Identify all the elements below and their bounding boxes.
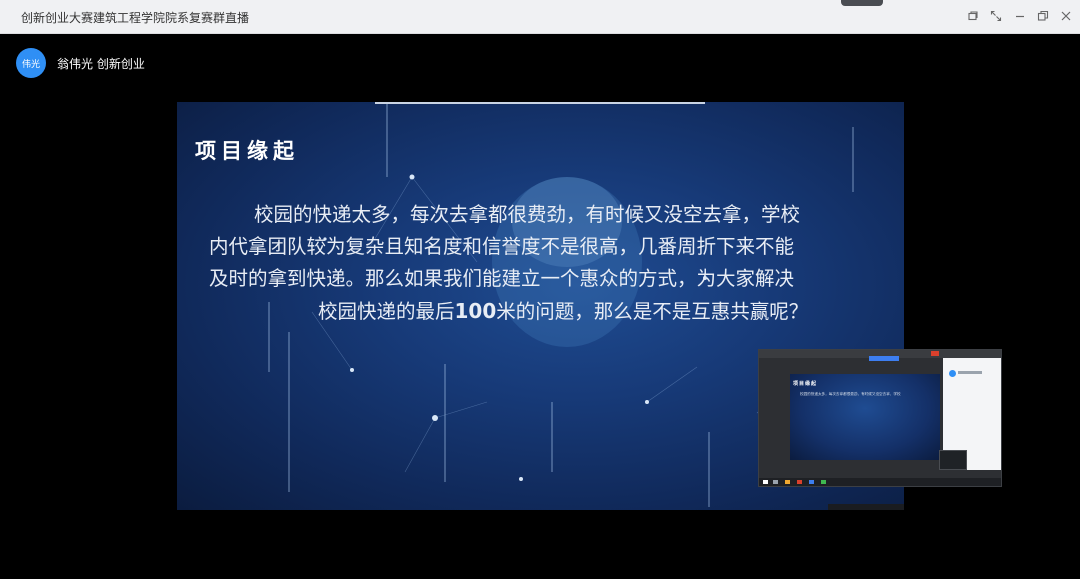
presenter-name: 翁伟光 创新创业 — [57, 57, 145, 71]
slide-body-line-4-end: 米的问题，那么是不是互惠共赢呢？ — [496, 300, 809, 323]
restore-small-icon[interactable] — [966, 9, 980, 23]
fullscreen-icon[interactable] — [989, 9, 1003, 23]
thumbnail-avatar — [949, 370, 956, 377]
avatar[interactable]: 伟光 — [16, 48, 46, 78]
slide-top-line — [375, 102, 705, 104]
thumbnail-blue-tab — [869, 356, 899, 361]
top-handle[interactable] — [841, 0, 883, 6]
close-icon[interactable] — [1059, 9, 1073, 23]
slide-body-line-4-start: 校园快递的最后 — [318, 300, 455, 323]
slide-highlight-number: 100 — [454, 299, 497, 323]
thumbnail-red-button — [931, 351, 939, 356]
slide-corner-tag — [828, 504, 904, 510]
slide-body-line-4: 校园快递的最后100米的问题，那么是不是互惠共赢呢？ — [209, 295, 849, 328]
minimize-icon[interactable] — [1013, 9, 1027, 23]
presenter-screen-thumbnail[interactable]: 项目缘起 校园的快递太多，每次去拿都很费劲，有时候又没空去拿，学校 — [758, 349, 1002, 487]
thumbnail-slide-title: 项目缘起 — [793, 381, 818, 387]
thumbnail-taskbar — [759, 478, 1001, 486]
slide-title: 项目缘起 — [195, 138, 299, 163]
title-bar: 创新创业大赛建筑工程学院院系复赛群直播 — [0, 0, 1080, 34]
thumbnail-side-text — [958, 371, 982, 374]
slide-body-line-3: 及时的拿到快递。那么如果我们能建立一个惠众的方式，为大家解决 — [209, 267, 795, 290]
slide-body-line-1: 校园的快递太多，每次去拿都很费劲，有时候又没空去拿，学校 — [254, 203, 801, 226]
thumbnail-slide-text: 校园的快递太多，每次去拿都很费劲，有时候又没空去拿，学校 — [800, 392, 901, 396]
window-title: 创新创业大赛建筑工程学院院系复赛群直播 — [21, 11, 250, 25]
slide-body: 校园的快递太多，每次去拿都很费劲，有时候又没空去拿，学校 内代拿团队较为复杂且知… — [209, 199, 849, 328]
slide-body-line-2: 内代拿团队较为复杂且知名度和信誉度不是很高，几番周折下来不能 — [209, 235, 795, 258]
maximize-icon[interactable] — [1036, 9, 1050, 23]
thumbnail-camera-preview — [939, 450, 967, 470]
thumbnail-slide: 项目缘起 校园的快递太多，每次去拿都很费劲，有时候又没空去拿，学校 — [790, 374, 940, 460]
